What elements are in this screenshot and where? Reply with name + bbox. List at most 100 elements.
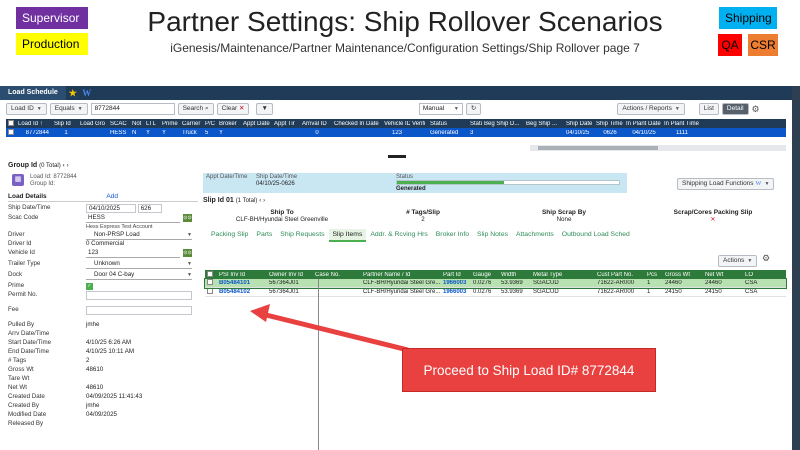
gear-icon[interactable]: ⚙ xyxy=(752,104,760,115)
clear-button[interactable]: Clear ✕ xyxy=(216,103,250,115)
prime-checkbox[interactable]: ✓ xyxy=(86,283,93,290)
chevron-right-icon[interactable]: › xyxy=(263,198,265,204)
binoculars-icon[interactable]: ⊙⊙ xyxy=(183,214,192,222)
actions-reports-button[interactable]: Actions / Reports ▼ xyxy=(617,103,685,115)
col-header[interactable]: Gauge xyxy=(471,272,499,278)
col-header[interactable]: In Plant Time xyxy=(662,121,700,127)
col-header[interactable]: Not xyxy=(130,121,144,127)
table-row[interactable]: B05484101 567364J01 CLF-BH/Hyundai Steel… xyxy=(204,278,787,289)
row-checkbox[interactable] xyxy=(207,288,213,294)
tab-addr-rcving-hrs[interactable]: Addr. & Rcving Hrs xyxy=(366,229,431,242)
col-header[interactable]: Vehicle ID xyxy=(382,121,410,127)
refresh-button[interactable]: ↻ xyxy=(465,103,482,115)
ship-date-input[interactable]: 04/10/2025 xyxy=(86,204,136,213)
horizontal-scrollbar[interactable] xyxy=(530,145,786,151)
app-titlebar: Load Schedule ★ W xyxy=(0,86,800,100)
vehicle-id-input[interactable]: 123 xyxy=(86,249,180,258)
binoculars-icon[interactable]: ⊙⊙ xyxy=(183,249,192,257)
search-input[interactable]: 8772844 xyxy=(90,103,175,115)
col-header[interactable]: In Plant Date xyxy=(624,121,662,127)
driver-select[interactable]: Non-PRSP Load ▼ xyxy=(86,231,192,240)
fee-input[interactable] xyxy=(86,306,192,315)
col-header[interactable]: Statu xyxy=(468,121,482,127)
ship-time-input[interactable]: 626 xyxy=(137,204,162,213)
tab-packing-slip[interactable]: Packing Slip xyxy=(207,229,252,242)
table-row[interactable]: 8772844 1 HESS N Y Y Truck 5 Y 0 123 Gen… xyxy=(6,128,786,137)
add-link[interactable]: Add xyxy=(106,193,118,200)
col-header[interactable]: Ship Date xyxy=(564,121,594,127)
w-icon[interactable]: W xyxy=(80,86,94,100)
col-header[interactable]: Width xyxy=(499,272,531,278)
col-header[interactable]: Gross Wt xyxy=(663,272,703,278)
search-button[interactable]: Search ⌕ xyxy=(177,103,214,115)
permit-input[interactable] xyxy=(86,291,192,300)
gear-icon[interactable]: ⚙ xyxy=(762,253,770,264)
col-header[interactable]: Verifi xyxy=(410,121,428,127)
col-header[interactable]: Carrier xyxy=(180,121,203,127)
col-header[interactable]: Appt Tir xyxy=(272,121,300,127)
detail-view-button[interactable]: Detail xyxy=(721,103,749,115)
tab-slip-notes[interactable]: Slip Notes xyxy=(473,229,512,242)
part-id-link[interactable]: 1966003 xyxy=(441,289,471,295)
tab-parts[interactable]: Parts xyxy=(252,229,276,242)
col-header[interactable]: Owner Inv Id xyxy=(267,272,313,278)
chevron-left-icon[interactable]: ‹ xyxy=(259,198,261,204)
col-header[interactable]: Case No. xyxy=(313,272,361,278)
tab-outbound-load-sched[interactable]: Outbound Load Sched xyxy=(558,229,634,242)
col-header[interactable]: Pcs xyxy=(645,272,663,278)
col-header[interactable]: Load Id ↑ xyxy=(16,121,52,127)
select-all-checkbox[interactable] xyxy=(207,270,213,277)
mode-select[interactable]: Manual ▼ xyxy=(418,103,463,115)
operator-select[interactable]: Equals ▼ xyxy=(49,103,88,115)
shipping-load-functions-button[interactable]: Shipping Load Functions W ▼ xyxy=(677,178,775,190)
favorite-star-icon[interactable]: ★ xyxy=(66,86,80,100)
col-header[interactable]: P/C xyxy=(203,121,217,127)
col-header[interactable]: Partner Name / Id xyxy=(361,272,441,278)
part-id-link[interactable]: 1966003 xyxy=(441,280,471,286)
tab-broker-info[interactable]: Broker Info xyxy=(432,229,473,242)
actions-button[interactable]: Actions ▼ xyxy=(718,255,758,267)
cell: SGACUD xyxy=(533,289,559,295)
search-toolbar: Load ID ▼ Equals ▼ 8772844 Search ⌕ Clear … xyxy=(6,102,786,116)
row-checkbox[interactable] xyxy=(207,279,213,285)
row-checkbox[interactable] xyxy=(8,128,14,135)
col-header[interactable]: Slip Id xyxy=(52,121,78,127)
list-view-button[interactable]: List xyxy=(698,103,719,115)
psi-inv-link[interactable]: B05484101 xyxy=(217,280,267,286)
col-header[interactable]: Metal Type xyxy=(531,272,595,278)
tab-attachments[interactable]: Attachments xyxy=(512,229,558,242)
chevron-right-icon[interactable]: › xyxy=(67,163,69,169)
field-select[interactable]: Load ID ▼ xyxy=(6,103,47,115)
col-header[interactable]: Net Wt xyxy=(703,272,743,278)
chevron-left-icon[interactable]: ‹ xyxy=(63,163,65,169)
tab-ship-requests[interactable]: Ship Requests xyxy=(276,229,328,242)
col-header[interactable]: Cust Part No. xyxy=(595,272,645,278)
col-header[interactable]: Status xyxy=(428,121,468,127)
select-all-checkbox[interactable] xyxy=(8,119,14,126)
scac-input[interactable]: HESS xyxy=(86,214,180,223)
col-header[interactable]: Ship Time xyxy=(594,121,624,127)
col-header[interactable]: SCAC xyxy=(108,121,130,127)
dock-select[interactable]: Door 04 C-bay ▼ xyxy=(86,271,192,280)
col-header[interactable]: PSI Inv Id xyxy=(217,272,267,278)
col-header[interactable]: Beg Ship ... xyxy=(524,121,564,127)
col-header[interactable]: Part Id xyxy=(441,272,471,278)
col-header[interactable]: Beg Ship D... xyxy=(482,121,524,127)
psi-inv-link[interactable]: B05484102 xyxy=(217,289,267,295)
panel-splitter[interactable] xyxy=(388,155,406,158)
col-header[interactable]: Prime xyxy=(160,121,180,127)
trailer-type-select[interactable]: Unknown ▼ xyxy=(86,260,192,269)
cell: 0.0276 xyxy=(473,289,492,295)
tab-slip-items[interactable]: Slip Items xyxy=(328,229,367,242)
tab-load-schedule[interactable]: Load Schedule xyxy=(0,86,66,100)
scrollbar-thumb[interactable] xyxy=(538,146,658,150)
col-header[interactable]: Load Gro xyxy=(78,121,108,127)
col-header[interactable]: Broker xyxy=(217,121,241,127)
col-header[interactable]: LO xyxy=(743,272,773,278)
filter-button[interactable]: ▼ xyxy=(256,103,273,115)
col-header[interactable]: Checked In Date xyxy=(332,121,382,127)
col-header[interactable]: Arrival ID xyxy=(300,121,332,127)
col-header[interactable]: LTL xyxy=(144,121,160,127)
col-header[interactable]: Appt Date xyxy=(241,121,272,127)
table-row[interactable]: B05484102 567364J01 CLF-BH/Hyundai Steel… xyxy=(205,288,786,297)
